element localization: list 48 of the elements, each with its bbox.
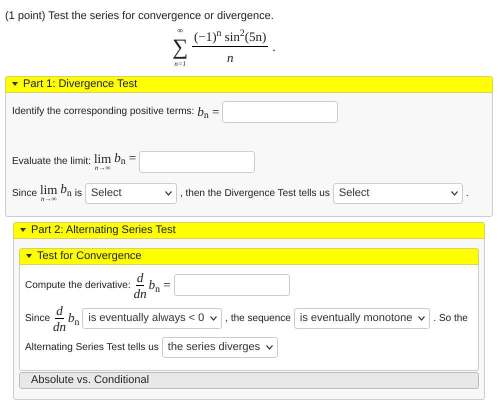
- prompt-text: Since: [25, 312, 50, 326]
- prompt-text: Since: [12, 186, 38, 200]
- section-header[interactable]: Part 1: Divergence Test: [5, 76, 493, 92]
- fraction-numerator: d: [136, 270, 144, 286]
- prompt-text: .: [466, 186, 469, 200]
- question-text: (1 point) Test the series for convergence or divergence.: [5, 9, 275, 24]
- dropdown-select[interactable]: Select: [84, 182, 177, 204]
- chevron-down-icon: [266, 344, 274, 350]
- prompt-text: Identify the corresponding positive terms:: [12, 105, 194, 119]
- prompt-text: Compute the derivative:: [25, 278, 131, 292]
- limit-operator: lim: [94, 152, 112, 164]
- section-header[interactable]: Test for Convergence: [19, 248, 479, 264]
- limit-operator: lim: [40, 183, 58, 196]
- caret-icon: [20, 228, 26, 232]
- math-expression: b$_{n}$: [68, 309, 80, 328]
- fraction-numerator: d: [55, 304, 64, 318]
- chevron-down-icon: [418, 316, 426, 320]
- caret-icon: [12, 82, 18, 86]
- section-header[interactable]: Absolute vs. Conditional: [19, 372, 479, 388]
- chevron-down-icon: [210, 316, 218, 320]
- section-header[interactable]: Part 2: Alternating Series Test: [13, 222, 485, 238]
- dropdown-select[interactable]: is eventually always < 0: [82, 308, 222, 328]
- math-expression: b$_{n}$: [60, 180, 72, 199]
- fraction-numerator: (−1)$^{n}$ sin$^{2}$(5n): [192, 30, 268, 47]
- math-expression: b$_{n}$ =: [114, 148, 136, 168]
- answer-field[interactable]: [222, 100, 338, 122]
- dropdown-select[interactable]: the series diverges: [162, 336, 278, 358]
- summation-sign: ∑: [172, 34, 188, 58]
- chevron-down-icon: [164, 190, 172, 196]
- dropdown-select[interactable]: is eventually monotone: [294, 308, 430, 328]
- prompt-text: Alternating Series Test tells us: [25, 340, 159, 354]
- chevron-down-icon: [450, 190, 458, 196]
- math-expression: b$_{n}$ =: [197, 102, 220, 122]
- fraction-denominator: dn: [134, 286, 147, 300]
- prompt-text: , the sequence: [225, 312, 291, 326]
- dropdown-select[interactable]: Select: [332, 182, 463, 204]
- prompt-text: , then the Divergence Test tells us: [180, 186, 330, 200]
- answer-field[interactable]: [139, 150, 256, 172]
- period-mark: .: [272, 38, 276, 56]
- math-expression: b$_{n}$ =: [148, 276, 171, 295]
- prompt-text: is: [74, 186, 82, 200]
- prompt-text: . So the: [433, 312, 468, 326]
- prompt-text: Evaluate the limit:: [12, 155, 91, 169]
- fraction-denominator: dn: [53, 318, 66, 332]
- sum-upper-limit: ∞: [177, 26, 184, 34]
- fraction-denominator: n: [226, 49, 234, 64]
- caret-icon: [26, 254, 32, 258]
- answer-field[interactable]: [174, 274, 290, 296]
